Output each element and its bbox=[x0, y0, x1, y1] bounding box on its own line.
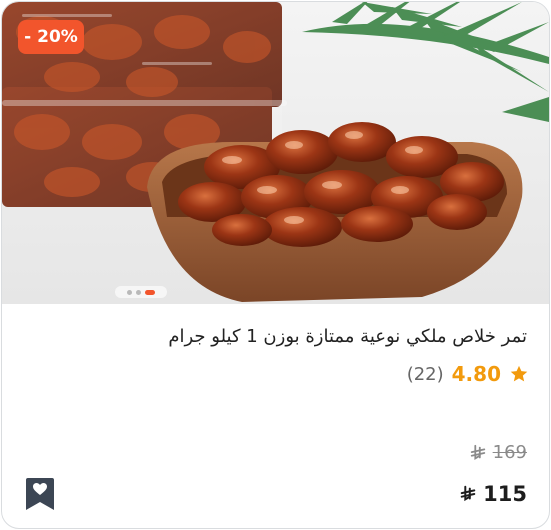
rating-value: 4.80 bbox=[451, 362, 501, 386]
old-price-value: 169 bbox=[492, 442, 527, 463]
riyal-icon bbox=[460, 485, 476, 502]
product-card[interactable]: - 20% تمر خلاص ملكي نوعية ممتازة بوزن 1 … bbox=[1, 1, 550, 529]
bookmark-heart-icon bbox=[26, 478, 54, 510]
current-price: 115 bbox=[459, 482, 527, 506]
product-rating: (22) 4.80 bbox=[407, 362, 529, 386]
price-value: 115 bbox=[483, 482, 527, 506]
rating-count: (22) bbox=[406, 363, 444, 385]
product-image[interactable] bbox=[2, 2, 549, 304]
dates-photo bbox=[2, 2, 549, 302]
old-price: 169 bbox=[469, 442, 527, 463]
riyal-icon bbox=[470, 444, 485, 460]
discount-badge: - 20% bbox=[18, 20, 84, 54]
carousel-dot[interactable] bbox=[127, 289, 132, 295]
carousel-indicator[interactable] bbox=[115, 286, 167, 298]
star-icon bbox=[510, 365, 528, 382]
product-title[interactable]: تمر خلاص ملكي نوعية ممتازة بوزن 1 كيلو ج… bbox=[27, 324, 527, 350]
carousel-dot[interactable] bbox=[136, 289, 141, 295]
wishlist-button[interactable] bbox=[24, 476, 56, 512]
carousel-dot-active[interactable] bbox=[145, 289, 155, 295]
